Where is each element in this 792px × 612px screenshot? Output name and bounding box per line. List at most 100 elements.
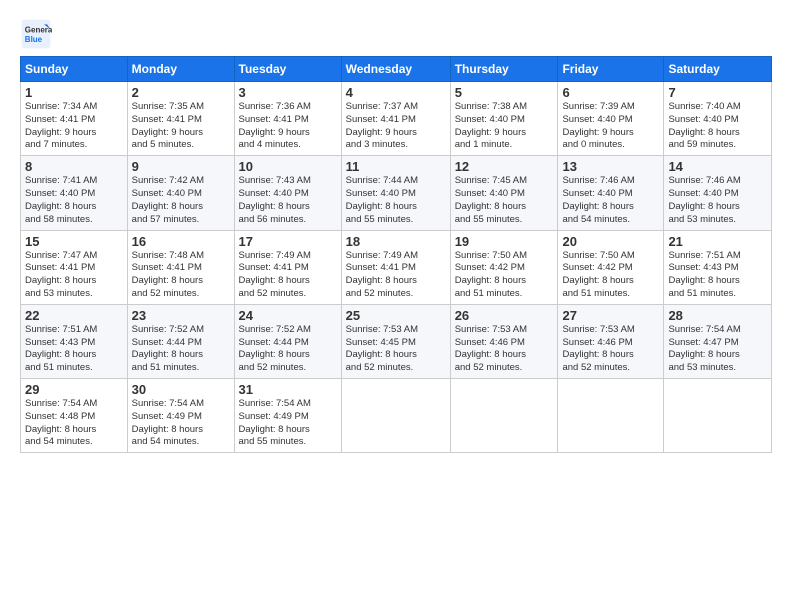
day-cell: 29Sunrise: 7:54 AM Sunset: 4:48 PM Dayli… — [21, 379, 128, 453]
day-cell: 3Sunrise: 7:36 AM Sunset: 4:41 PM Daylig… — [234, 82, 341, 156]
day-info: Sunrise: 7:53 AM Sunset: 4:46 PM Dayligh… — [562, 324, 659, 375]
day-cell: 31Sunrise: 7:54 AM Sunset: 4:49 PM Dayli… — [234, 379, 341, 453]
day-number: 23 — [132, 308, 230, 323]
day-cell: 6Sunrise: 7:39 AM Sunset: 4:40 PM Daylig… — [558, 82, 664, 156]
day-number: 20 — [562, 234, 659, 249]
day-info: Sunrise: 7:54 AM Sunset: 4:48 PM Dayligh… — [25, 398, 123, 449]
day-number: 26 — [455, 308, 554, 323]
day-cell: 7Sunrise: 7:40 AM Sunset: 4:40 PM Daylig… — [664, 82, 772, 156]
day-number: 15 — [25, 234, 123, 249]
header-cell-friday: Friday — [558, 57, 664, 82]
day-number: 10 — [239, 159, 337, 174]
day-number: 9 — [132, 159, 230, 174]
day-cell: 18Sunrise: 7:49 AM Sunset: 4:41 PM Dayli… — [341, 230, 450, 304]
day-number: 11 — [346, 159, 446, 174]
day-cell: 2Sunrise: 7:35 AM Sunset: 4:41 PM Daylig… — [127, 82, 234, 156]
day-info: Sunrise: 7:47 AM Sunset: 4:41 PM Dayligh… — [25, 250, 123, 301]
day-info: Sunrise: 7:54 AM Sunset: 4:47 PM Dayligh… — [668, 324, 767, 375]
header: General Blue — [20, 18, 772, 50]
day-cell: 13Sunrise: 7:46 AM Sunset: 4:40 PM Dayli… — [558, 156, 664, 230]
day-number: 21 — [668, 234, 767, 249]
day-info: Sunrise: 7:52 AM Sunset: 4:44 PM Dayligh… — [132, 324, 230, 375]
week-row-4: 22Sunrise: 7:51 AM Sunset: 4:43 PM Dayli… — [21, 304, 772, 378]
week-row-3: 15Sunrise: 7:47 AM Sunset: 4:41 PM Dayli… — [21, 230, 772, 304]
day-number: 7 — [668, 85, 767, 100]
day-info: Sunrise: 7:39 AM Sunset: 4:40 PM Dayligh… — [562, 101, 659, 152]
day-number: 14 — [668, 159, 767, 174]
logo-icon: General Blue — [20, 18, 52, 50]
svg-text:Blue: Blue — [25, 35, 43, 44]
day-info: Sunrise: 7:50 AM Sunset: 4:42 PM Dayligh… — [562, 250, 659, 301]
day-info: Sunrise: 7:46 AM Sunset: 4:40 PM Dayligh… — [562, 175, 659, 226]
day-cell: 12Sunrise: 7:45 AM Sunset: 4:40 PM Dayli… — [450, 156, 558, 230]
day-number: 25 — [346, 308, 446, 323]
day-cell: 30Sunrise: 7:54 AM Sunset: 4:49 PM Dayli… — [127, 379, 234, 453]
day-number: 13 — [562, 159, 659, 174]
day-number: 17 — [239, 234, 337, 249]
day-cell: 16Sunrise: 7:48 AM Sunset: 4:41 PM Dayli… — [127, 230, 234, 304]
day-cell: 17Sunrise: 7:49 AM Sunset: 4:41 PM Dayli… — [234, 230, 341, 304]
day-info: Sunrise: 7:53 AM Sunset: 4:45 PM Dayligh… — [346, 324, 446, 375]
day-cell: 20Sunrise: 7:50 AM Sunset: 4:42 PM Dayli… — [558, 230, 664, 304]
day-number: 16 — [132, 234, 230, 249]
day-number: 4 — [346, 85, 446, 100]
day-number: 31 — [239, 382, 337, 397]
day-cell — [450, 379, 558, 453]
day-info: Sunrise: 7:41 AM Sunset: 4:40 PM Dayligh… — [25, 175, 123, 226]
day-info: Sunrise: 7:49 AM Sunset: 4:41 PM Dayligh… — [239, 250, 337, 301]
day-info: Sunrise: 7:38 AM Sunset: 4:40 PM Dayligh… — [455, 101, 554, 152]
day-info: Sunrise: 7:45 AM Sunset: 4:40 PM Dayligh… — [455, 175, 554, 226]
day-number: 8 — [25, 159, 123, 174]
day-cell: 28Sunrise: 7:54 AM Sunset: 4:47 PM Dayli… — [664, 304, 772, 378]
day-number: 18 — [346, 234, 446, 249]
day-cell: 11Sunrise: 7:44 AM Sunset: 4:40 PM Dayli… — [341, 156, 450, 230]
header-cell-thursday: Thursday — [450, 57, 558, 82]
header-cell-tuesday: Tuesday — [234, 57, 341, 82]
day-cell: 8Sunrise: 7:41 AM Sunset: 4:40 PM Daylig… — [21, 156, 128, 230]
day-cell: 14Sunrise: 7:46 AM Sunset: 4:40 PM Dayli… — [664, 156, 772, 230]
day-cell: 9Sunrise: 7:42 AM Sunset: 4:40 PM Daylig… — [127, 156, 234, 230]
day-cell: 5Sunrise: 7:38 AM Sunset: 4:40 PM Daylig… — [450, 82, 558, 156]
day-number: 12 — [455, 159, 554, 174]
day-info: Sunrise: 7:40 AM Sunset: 4:40 PM Dayligh… — [668, 101, 767, 152]
day-info: Sunrise: 7:53 AM Sunset: 4:46 PM Dayligh… — [455, 324, 554, 375]
page: General Blue SundayMondayTuesdayWednesda… — [0, 0, 792, 463]
day-cell: 19Sunrise: 7:50 AM Sunset: 4:42 PM Dayli… — [450, 230, 558, 304]
header-cell-saturday: Saturday — [664, 57, 772, 82]
week-row-5: 29Sunrise: 7:54 AM Sunset: 4:48 PM Dayli… — [21, 379, 772, 453]
header-cell-wednesday: Wednesday — [341, 57, 450, 82]
day-number: 27 — [562, 308, 659, 323]
day-cell: 22Sunrise: 7:51 AM Sunset: 4:43 PM Dayli… — [21, 304, 128, 378]
logo: General Blue — [20, 18, 56, 50]
day-cell: 21Sunrise: 7:51 AM Sunset: 4:43 PM Dayli… — [664, 230, 772, 304]
day-info: Sunrise: 7:51 AM Sunset: 4:43 PM Dayligh… — [25, 324, 123, 375]
header-row: SundayMondayTuesdayWednesdayThursdayFrid… — [21, 57, 772, 82]
day-info: Sunrise: 7:46 AM Sunset: 4:40 PM Dayligh… — [668, 175, 767, 226]
calendar-table: SundayMondayTuesdayWednesdayThursdayFrid… — [20, 56, 772, 453]
day-number: 1 — [25, 85, 123, 100]
day-info: Sunrise: 7:54 AM Sunset: 4:49 PM Dayligh… — [239, 398, 337, 449]
day-info: Sunrise: 7:42 AM Sunset: 4:40 PM Dayligh… — [132, 175, 230, 226]
day-cell: 15Sunrise: 7:47 AM Sunset: 4:41 PM Dayli… — [21, 230, 128, 304]
day-cell: 24Sunrise: 7:52 AM Sunset: 4:44 PM Dayli… — [234, 304, 341, 378]
week-row-2: 8Sunrise: 7:41 AM Sunset: 4:40 PM Daylig… — [21, 156, 772, 230]
day-number: 19 — [455, 234, 554, 249]
day-info: Sunrise: 7:51 AM Sunset: 4:43 PM Dayligh… — [668, 250, 767, 301]
day-info: Sunrise: 7:34 AM Sunset: 4:41 PM Dayligh… — [25, 101, 123, 152]
day-cell: 4Sunrise: 7:37 AM Sunset: 4:41 PM Daylig… — [341, 82, 450, 156]
day-cell: 10Sunrise: 7:43 AM Sunset: 4:40 PM Dayli… — [234, 156, 341, 230]
day-cell — [558, 379, 664, 453]
day-cell: 25Sunrise: 7:53 AM Sunset: 4:45 PM Dayli… — [341, 304, 450, 378]
day-number: 2 — [132, 85, 230, 100]
day-info: Sunrise: 7:37 AM Sunset: 4:41 PM Dayligh… — [346, 101, 446, 152]
day-info: Sunrise: 7:43 AM Sunset: 4:40 PM Dayligh… — [239, 175, 337, 226]
day-number: 3 — [239, 85, 337, 100]
day-info: Sunrise: 7:36 AM Sunset: 4:41 PM Dayligh… — [239, 101, 337, 152]
day-cell — [341, 379, 450, 453]
day-info: Sunrise: 7:50 AM Sunset: 4:42 PM Dayligh… — [455, 250, 554, 301]
header-cell-sunday: Sunday — [21, 57, 128, 82]
day-cell: 1Sunrise: 7:34 AM Sunset: 4:41 PM Daylig… — [21, 82, 128, 156]
day-info: Sunrise: 7:48 AM Sunset: 4:41 PM Dayligh… — [132, 250, 230, 301]
day-info: Sunrise: 7:52 AM Sunset: 4:44 PM Dayligh… — [239, 324, 337, 375]
day-number: 6 — [562, 85, 659, 100]
